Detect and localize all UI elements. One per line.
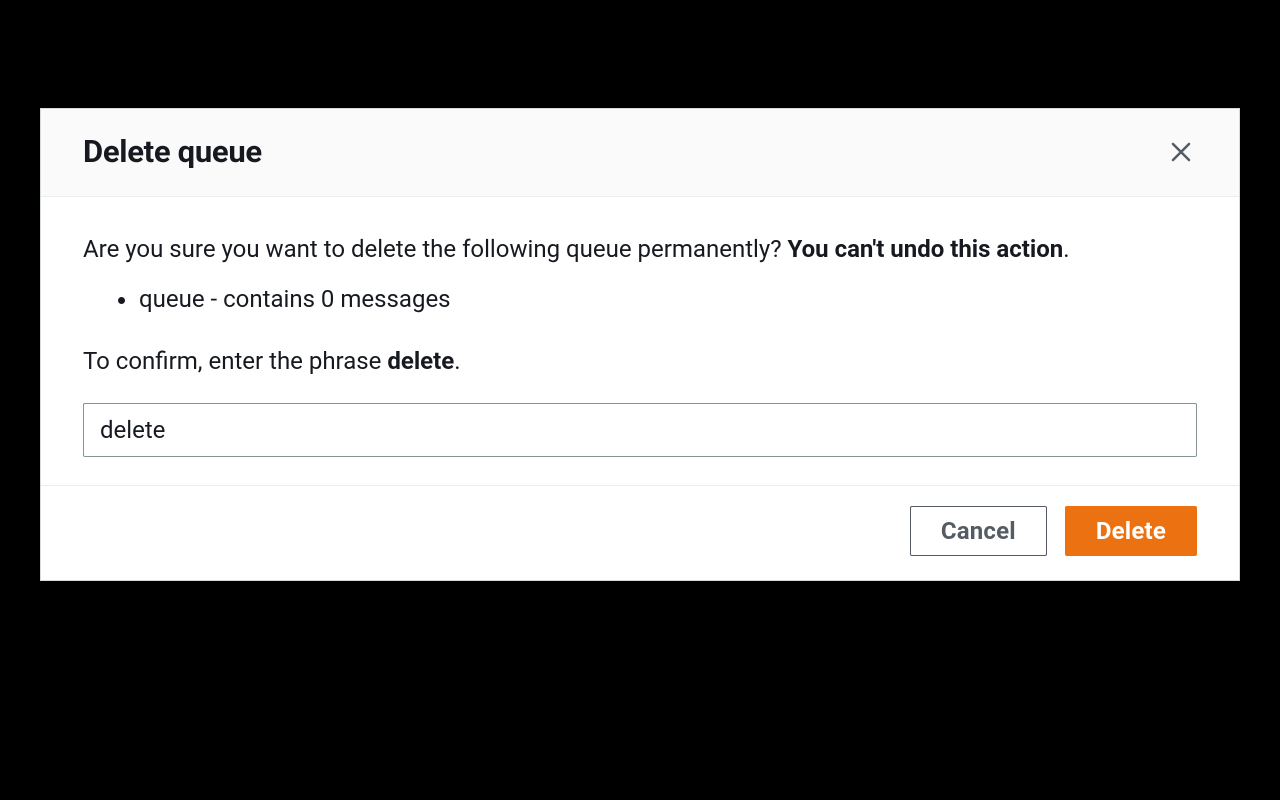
cancel-button[interactable]: Cancel [910, 506, 1047, 556]
confirm-suffix: . [454, 347, 460, 375]
confirm-instruction: To confirm, enter the phrase delete. [83, 343, 1197, 379]
modal-title: Delete queue [83, 133, 262, 170]
close-button[interactable] [1165, 136, 1197, 168]
warning-suffix: . [1063, 235, 1069, 263]
modal-body: Are you sure you want to delete the foll… [41, 197, 1239, 485]
warning-prefix: Are you sure you want to delete the foll… [83, 235, 788, 263]
queue-list: queue - contains 0 messages [83, 281, 1197, 317]
close-icon [1169, 140, 1193, 164]
delete-queue-modal: Delete queue Are you sure you want to de… [40, 108, 1240, 581]
delete-button[interactable]: Delete [1065, 506, 1197, 556]
queue-list-item: queue - contains 0 messages [139, 281, 1197, 317]
warning-bold: You can't undo this action [788, 235, 1064, 263]
confirm-phrase: delete [387, 347, 454, 375]
modal-footer: Cancel Delete [41, 485, 1239, 580]
modal-header: Delete queue [41, 109, 1239, 197]
confirm-prefix: To confirm, enter the phrase [83, 347, 387, 375]
warning-text: Are you sure you want to delete the foll… [83, 231, 1197, 267]
confirm-input[interactable] [83, 403, 1197, 457]
